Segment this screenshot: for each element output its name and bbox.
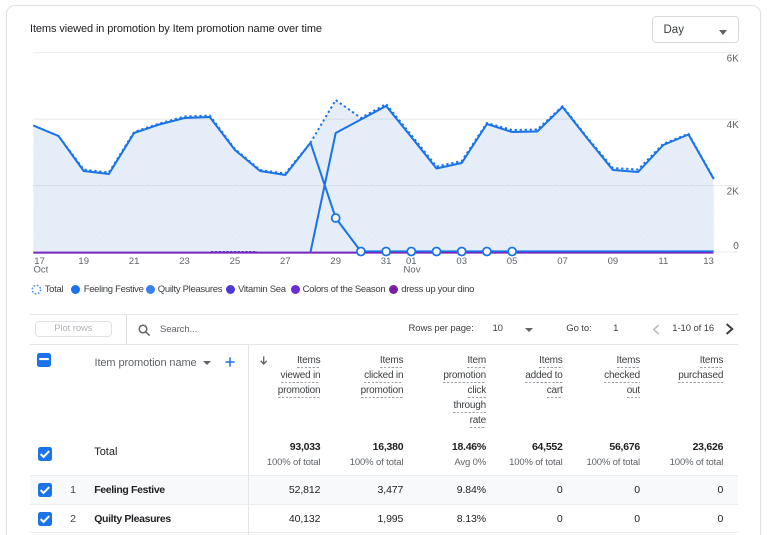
svg-text:21: 21 — [129, 256, 140, 267]
svg-text:Oct: Oct — [34, 265, 49, 276]
svg-text:29: 29 — [330, 256, 341, 267]
svg-text:6K: 6K — [727, 53, 740, 64]
svg-text:0: 0 — [733, 241, 739, 252]
svg-text:03: 03 — [456, 256, 467, 267]
svg-text:09: 09 — [608, 256, 619, 267]
svg-text:2K: 2K — [727, 186, 740, 197]
svg-text:27: 27 — [280, 256, 291, 267]
svg-text:Nov: Nov — [404, 265, 421, 276]
svg-text:07: 07 — [557, 256, 568, 267]
svg-text:23: 23 — [179, 256, 190, 267]
svg-text:25: 25 — [230, 256, 241, 267]
svg-text:4K: 4K — [727, 120, 740, 131]
svg-text:31: 31 — [381, 256, 392, 267]
svg-text:05: 05 — [507, 256, 518, 267]
svg-text:13: 13 — [703, 256, 714, 267]
svg-text:11: 11 — [658, 256, 668, 267]
svg-text:19: 19 — [78, 256, 89, 267]
